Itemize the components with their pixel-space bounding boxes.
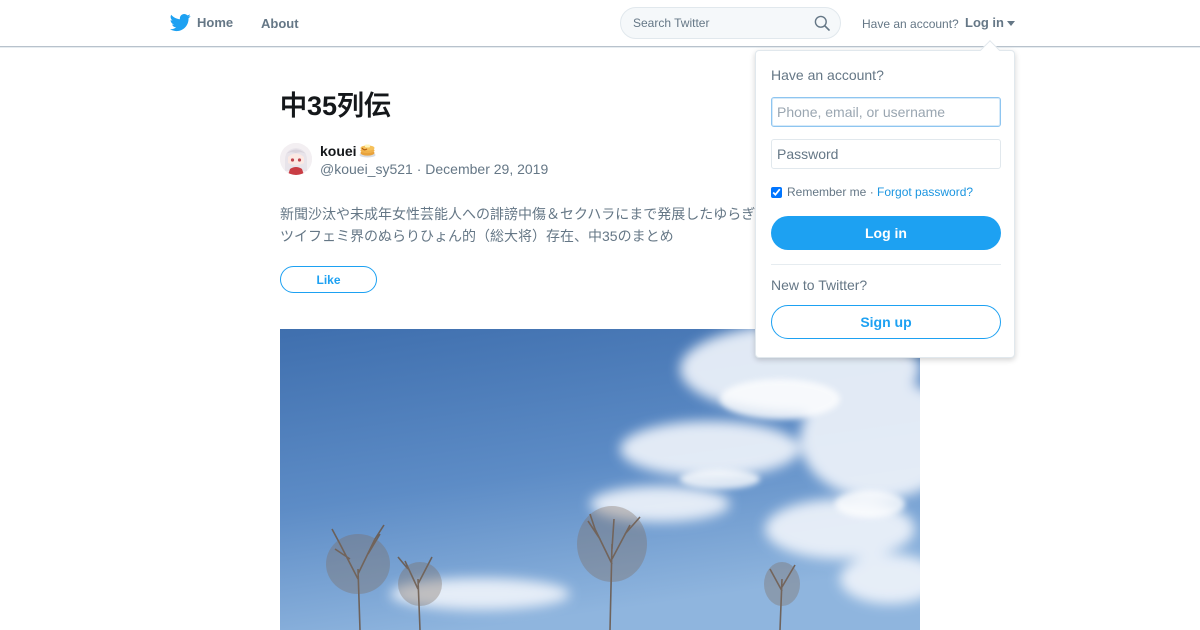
search-input[interactable] xyxy=(633,8,803,38)
avatar[interactable] xyxy=(280,143,312,175)
login-dropdown-heading: Have an account? xyxy=(771,67,884,83)
cover-image xyxy=(280,329,920,630)
login-dropdown-toggle[interactable]: Log in xyxy=(965,15,1015,30)
nav-about-link[interactable]: About xyxy=(261,16,299,31)
caret-down-icon xyxy=(1007,21,1015,26)
twitter-bird-icon xyxy=(170,14,191,32)
new-to-twitter-text: New to Twitter? xyxy=(771,277,868,293)
moment-date: December 29, 2019 xyxy=(425,161,549,177)
have-account-text: Have an account? xyxy=(862,17,959,31)
search-box xyxy=(620,7,841,39)
forgot-password-link[interactable]: Forgot password? xyxy=(877,185,973,199)
username-input[interactable] xyxy=(771,97,1001,127)
login-toggle-label: Log in xyxy=(965,15,1004,30)
avatar-image xyxy=(280,143,312,175)
like-button[interactable]: Like xyxy=(280,266,377,293)
nav-home-label: Home xyxy=(197,15,234,30)
remember-me-row: Remember me · Forgot password? xyxy=(771,185,973,199)
author-handle[interactable]: @kouei_sy521 xyxy=(320,161,413,177)
moment-description: 新聞沙汰や未成年女性芸能人への誹謗中傷＆セクハラにまで発展したゆらぎ ツイフェミ… xyxy=(280,206,756,244)
author-name[interactable]: kouei xyxy=(320,143,357,159)
pancake-icon xyxy=(359,144,376,158)
top-navigation-bar: Home About Have an account? Log in xyxy=(0,0,1200,47)
password-input[interactable] xyxy=(771,139,1001,169)
sky-trees-image xyxy=(280,329,920,630)
meta-separator: · xyxy=(412,161,426,177)
login-button[interactable]: Log in xyxy=(771,216,1001,250)
remember-me-checkbox[interactable] xyxy=(771,186,782,198)
remember-me-label[interactable]: Remember me xyxy=(787,185,866,199)
dropdown-divider xyxy=(771,264,1001,265)
signup-button[interactable]: Sign up xyxy=(771,305,1001,339)
login-dropdown: Have an account? Remember me · Forgot pa… xyxy=(755,40,1015,358)
nav-home-link[interactable]: Home xyxy=(170,12,233,33)
remember-separator: · xyxy=(866,185,878,199)
page-title: 中35列伝 xyxy=(280,91,392,121)
author-meta: @kouei_sy521 · December 29, 2019 xyxy=(320,161,548,177)
search-icon[interactable] xyxy=(814,15,830,31)
